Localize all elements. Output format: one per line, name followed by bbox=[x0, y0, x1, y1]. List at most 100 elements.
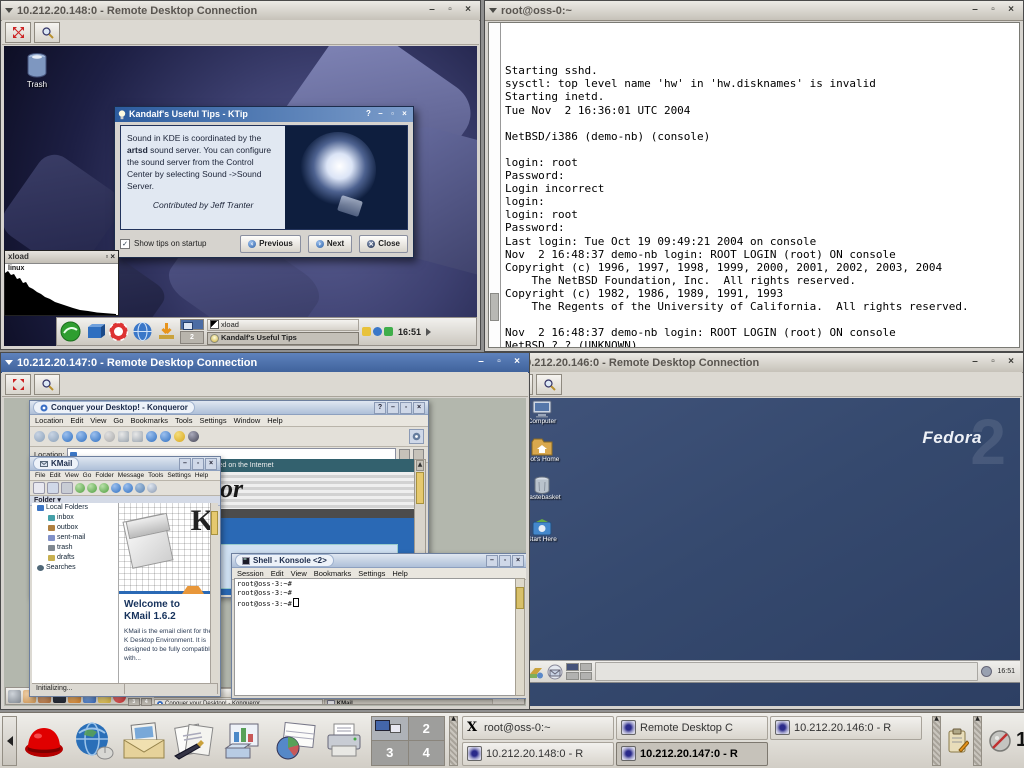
menu-item[interactable]: Bookmarks bbox=[130, 416, 168, 425]
scrollbar-thumb[interactable] bbox=[211, 511, 218, 535]
close-button[interactable]: ×Close bbox=[359, 235, 408, 253]
tray-icon[interactable] bbox=[981, 666, 992, 677]
menu-item[interactable]: Location bbox=[35, 416, 63, 425]
applet-handle[interactable]: ▲ bbox=[973, 716, 982, 766]
zoom-out-icon[interactable] bbox=[160, 431, 171, 442]
workspace-2[interactable]: 2 bbox=[180, 331, 204, 344]
suse-menu-icon[interactable] bbox=[60, 321, 81, 342]
scrollbar-thumb[interactable] bbox=[490, 293, 499, 321]
taskbar-item[interactable]: Conquer your Desktop! - Konqueror bbox=[154, 699, 323, 704]
folder-item[interactable]: sent-mail bbox=[32, 533, 118, 543]
email-launcher-icon[interactable] bbox=[547, 664, 563, 680]
settings-gear-icon[interactable] bbox=[8, 690, 21, 703]
close-button[interactable]: × bbox=[110, 252, 115, 262]
maximize-button[interactable]: ▫ bbox=[985, 4, 1001, 17]
stop-icon[interactable] bbox=[104, 431, 115, 442]
minimize-button[interactable]: – bbox=[486, 555, 498, 567]
workspace-1[interactable] bbox=[566, 663, 579, 671]
tray-icon-2[interactable] bbox=[384, 327, 393, 336]
back-icon[interactable] bbox=[34, 431, 45, 442]
workspace-3[interactable] bbox=[566, 672, 579, 680]
scrollbar-thumb[interactable] bbox=[416, 472, 424, 504]
terminal-content[interactable]: Starting sshd.sysctl: top level name 'hw… bbox=[488, 22, 1020, 348]
menu-item[interactable]: File bbox=[35, 472, 45, 479]
scrollbar-thumb[interactable] bbox=[516, 587, 524, 609]
email-launcher[interactable] bbox=[121, 718, 167, 764]
close-button[interactable]: × bbox=[512, 555, 524, 567]
menu-item[interactable]: View bbox=[291, 569, 307, 578]
reload-icon[interactable] bbox=[90, 431, 101, 442]
maximize-button[interactable]: ▫ bbox=[442, 4, 458, 17]
window-menu-icon[interactable] bbox=[489, 8, 497, 13]
titlebar-konsole[interactable]: Shell - Konsole <2> – ▫ × bbox=[232, 554, 526, 568]
office-launcher-icon[interactable] bbox=[528, 664, 544, 680]
folder-item[interactable]: outbox bbox=[32, 523, 118, 533]
lock-icon[interactable] bbox=[174, 431, 185, 442]
folder-item[interactable]: trash bbox=[32, 543, 118, 553]
next-button[interactable]: ›Next bbox=[308, 235, 352, 253]
zoom-button[interactable] bbox=[34, 374, 60, 395]
taskbar-item[interactable]: 10.212.20.148:0 - R bbox=[462, 742, 614, 766]
close-button[interactable]: × bbox=[413, 402, 425, 414]
konsole-scrollbar[interactable] bbox=[515, 578, 525, 696]
menu-item[interactable]: View bbox=[90, 416, 106, 425]
workspace-1[interactable] bbox=[180, 319, 204, 330]
menu-item[interactable]: Settings bbox=[199, 416, 226, 425]
check-mail-icon[interactable] bbox=[75, 483, 85, 493]
previous-button[interactable]: ‹Previous bbox=[240, 235, 301, 253]
main-menu-button[interactable] bbox=[21, 718, 67, 764]
forward-mail-icon[interactable] bbox=[99, 483, 109, 493]
close-button[interactable]: × bbox=[399, 109, 410, 120]
fullscreen-button[interactable] bbox=[5, 22, 31, 43]
tray-icon-1[interactable] bbox=[362, 327, 371, 336]
panel-hide-button[interactable] bbox=[2, 716, 17, 766]
workspace-4[interactable]: 4 bbox=[409, 741, 445, 765]
maximize-button[interactable]: ▫ bbox=[985, 356, 1001, 369]
workspace-2[interactable] bbox=[580, 663, 593, 671]
panel-expand-icon[interactable] bbox=[426, 328, 431, 336]
panel-clock[interactable]: 16:51 bbox=[396, 327, 423, 337]
minimize-button[interactable]: – bbox=[387, 402, 399, 414]
maximize-button[interactable]: ▫ bbox=[105, 252, 108, 262]
menu-item[interactable]: View bbox=[65, 472, 79, 479]
forward-icon[interactable] bbox=[123, 483, 133, 493]
print-icon[interactable] bbox=[61, 482, 73, 494]
no-sign-icon[interactable] bbox=[988, 729, 1012, 753]
scroll-up-icon[interactable]: ▲ bbox=[416, 460, 424, 471]
workspace-3[interactable]: 3 bbox=[372, 741, 408, 765]
taskbar-item[interactable]: xload bbox=[207, 319, 359, 332]
menu-item[interactable]: Help bbox=[267, 416, 282, 425]
workspace-4[interactable]: 4 bbox=[141, 698, 153, 706]
help-button[interactable]: ? bbox=[374, 402, 386, 414]
minimize-button[interactable]: – bbox=[967, 356, 983, 369]
search-icon[interactable] bbox=[147, 483, 157, 493]
save-icon[interactable] bbox=[47, 482, 59, 494]
zoom-in-icon[interactable] bbox=[146, 431, 157, 442]
reply-icon[interactable] bbox=[87, 483, 97, 493]
menu-item[interactable]: Tools bbox=[148, 472, 163, 479]
workspace-3[interactable]: 3 bbox=[128, 698, 140, 706]
spreadsheet-launcher[interactable] bbox=[271, 718, 317, 764]
taskbar-item[interactable]: Remote Desktop C bbox=[616, 716, 768, 740]
kmail-scrollbar[interactable] bbox=[210, 503, 218, 684]
globe-icon[interactable] bbox=[132, 321, 153, 342]
titlebar-kmail[interactable]: KMail – ▫ × bbox=[30, 457, 220, 471]
workspace-2[interactable]: 2 bbox=[409, 717, 445, 741]
find-icon[interactable] bbox=[188, 431, 199, 442]
show-tips-checkbox[interactable]: ✓ bbox=[120, 239, 130, 249]
zoom-button[interactable] bbox=[536, 374, 562, 395]
minimize-button[interactable]: – bbox=[473, 356, 489, 369]
minimize-button[interactable]: – bbox=[375, 109, 386, 120]
forward-icon[interactable] bbox=[48, 431, 59, 442]
titlebar-ktip[interactable]: Kandalf's Useful Tips - KTip ? – ▫ × bbox=[115, 107, 413, 122]
menu-item[interactable]: Help bbox=[392, 569, 407, 578]
taskbar-item[interactable]: Kandalf's Useful Tips bbox=[207, 332, 359, 345]
window-menu-icon[interactable] bbox=[5, 8, 13, 13]
back-icon[interactable] bbox=[111, 483, 121, 493]
titlebar-rdp-147[interactable]: 10.212.20.147:0 - Remote Desktop Connect… bbox=[1, 353, 529, 373]
close-button[interactable]: × bbox=[205, 458, 217, 470]
konsole-content[interactable]: root@oss-3:~#root@oss-3:~# root@oss-3:~# bbox=[234, 578, 517, 696]
fullscreen-button[interactable] bbox=[5, 374, 31, 395]
save-icon[interactable] bbox=[132, 431, 143, 442]
menu-item[interactable]: Bookmarks bbox=[314, 569, 352, 578]
